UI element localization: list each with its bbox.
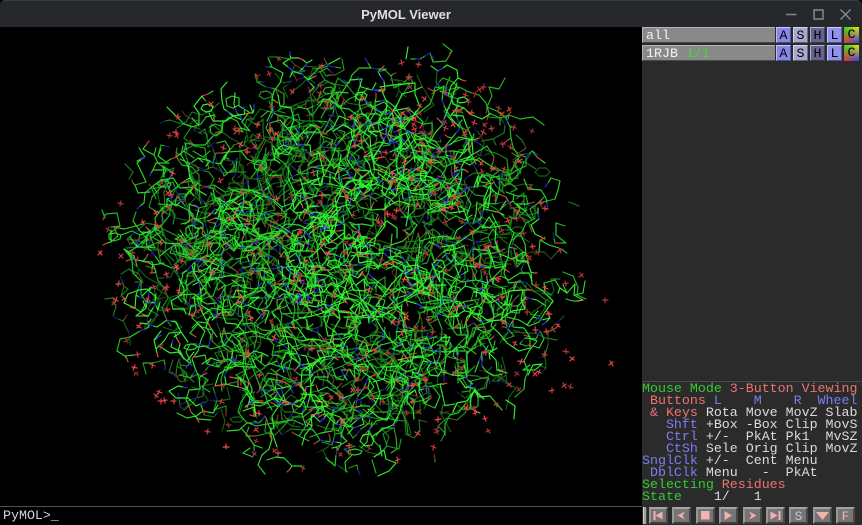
svg-text:F: F xyxy=(842,509,850,524)
svg-text:S: S xyxy=(795,509,803,524)
